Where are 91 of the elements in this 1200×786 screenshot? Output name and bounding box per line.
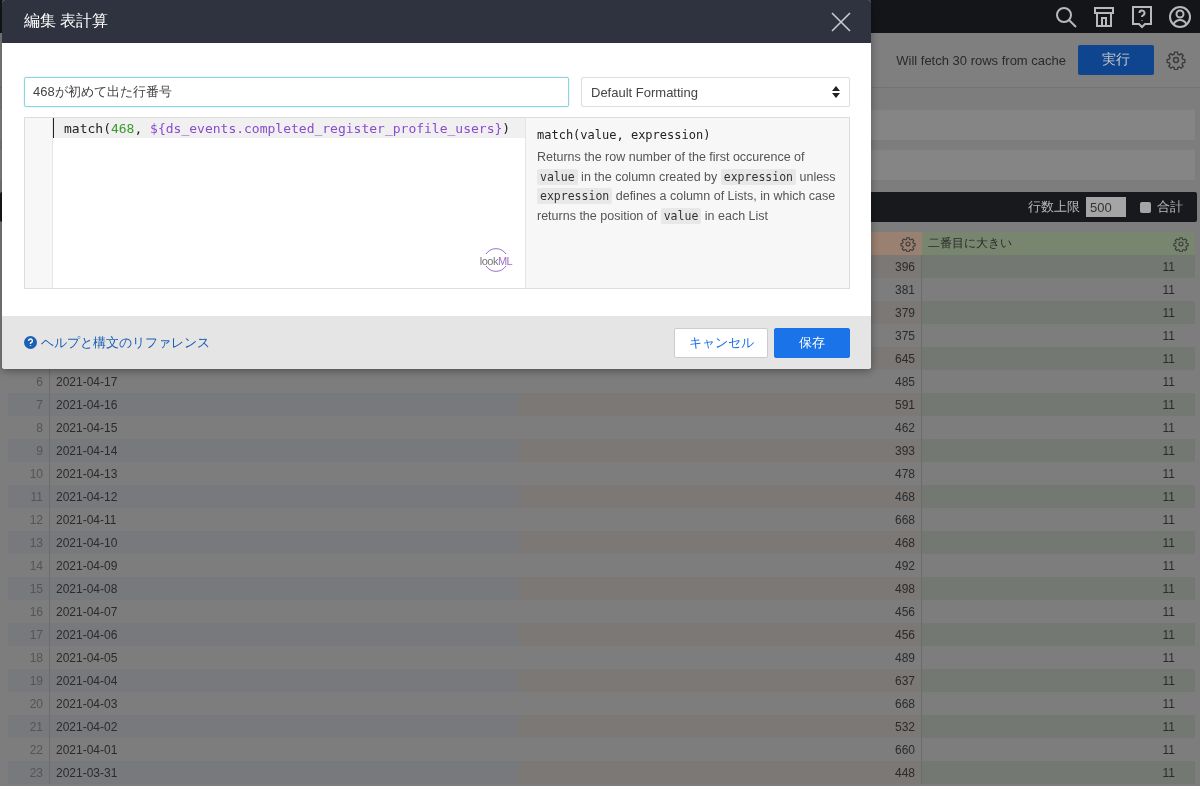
save-button[interactable]: 保存 [774, 327, 850, 358]
table-cell: 2021-03-31 [56, 765, 118, 780]
table-cell: 492 [894, 558, 915, 573]
name-field[interactable]: 468が初めて出た行番号 [24, 77, 569, 107]
table-cell: 637 [894, 673, 915, 688]
table-cell: 485 [894, 374, 915, 389]
table-cell: 11 [1162, 535, 1175, 550]
table-cell: 2021-04-12 [56, 489, 118, 504]
table-cell: 11 [1162, 374, 1175, 389]
close-icon[interactable] [831, 11, 851, 32]
table-cell: 11 [1162, 581, 1175, 596]
search-icon[interactable] [1054, 4, 1078, 29]
table-cell: 2021-04-08 [56, 581, 118, 596]
help-link[interactable]: ヘルプと構文のリファレンス [24, 333, 210, 352]
sort-arrows-icon [832, 86, 840, 98]
table-cell: 456 [894, 627, 915, 642]
row-limit-field[interactable]: 500 [1086, 197, 1126, 217]
table-cell: 2021-04-11 [56, 512, 117, 527]
settings-icon[interactable] [1173, 235, 1189, 252]
table-cell: 11 [1162, 282, 1175, 297]
function-description: Returns the row number of the first occurence of value in the column created by expression unless expression defines a column of Lists, in which case returns the position of value in each List [537, 149, 837, 226]
table-cell: 2021-04-09 [56, 558, 118, 573]
table-cell: 11 [1162, 420, 1175, 435]
table-cell: 668 [894, 696, 915, 711]
function-signature: match(value, expression) [537, 128, 712, 142]
settings-icon[interactable] [900, 235, 916, 252]
table-cell: 11 [1162, 558, 1175, 573]
table-cell: 11 [1162, 512, 1175, 527]
table-cell: 2021-04-17 [56, 374, 118, 389]
logo: lookML [477, 248, 515, 274]
table-cell: 668 [894, 512, 915, 527]
table-cell: 11 [1162, 259, 1175, 274]
table-cell: 532 [894, 719, 915, 734]
table-cell: 11 [1162, 443, 1175, 458]
table-cell: 498 [894, 581, 915, 596]
cancel-button[interactable]: キャンセル [674, 327, 768, 358]
table-cell: 2021-04-06 [56, 627, 118, 642]
settings-icon[interactable] [1166, 50, 1186, 70]
table-cell: 2021-04-07 [56, 604, 118, 619]
table-cell: 468 [894, 489, 915, 504]
table-cell: 2021-04-14 [56, 443, 118, 458]
dialog-title: 編集 表計算 [24, 11, 109, 31]
totals-label: 合計 [1157, 198, 1183, 216]
table-cell: 478 [894, 466, 915, 481]
table-cell: 2021-04-02 [56, 719, 118, 734]
table-cell: 591 [894, 397, 915, 412]
table-cell: 2021-04-03 [56, 696, 118, 711]
table-cell: 2021-04-10 [56, 535, 118, 550]
table-cell: 489 [894, 650, 915, 665]
table-cell: 11 [1162, 489, 1175, 504]
table-cell: 456 [894, 604, 915, 619]
store-icon[interactable] [1092, 4, 1116, 29]
help-icon [24, 336, 37, 349]
table-cell: 393 [894, 443, 915, 458]
row-limit-label: 行数上限 [1028, 198, 1080, 216]
table-cell: 11 [1162, 696, 1175, 711]
user-icon[interactable] [1168, 4, 1192, 29]
table-cell: 11 [1162, 328, 1175, 343]
cache-note: Will fetch 30 rows from cache [896, 52, 1066, 68]
table-cell: 2021-04-16 [56, 397, 118, 412]
table-cell: 11 [1162, 765, 1175, 780]
table-cell: 468 [894, 535, 915, 550]
table-cell: 11 [1162, 604, 1175, 619]
table-cell: 11 [1162, 466, 1175, 481]
table-cell: 462 [894, 420, 915, 435]
table-cell: 645 [894, 351, 915, 366]
table-cell: 11 [1162, 351, 1175, 366]
table-cell: 660 [894, 742, 915, 757]
table-cell: 11 [1162, 650, 1175, 665]
format-select[interactable]: Default Formatting [581, 77, 850, 107]
table-cell: 448 [894, 765, 915, 780]
table-cell: 11 [1162, 673, 1175, 688]
help-icon[interactable] [1130, 4, 1154, 29]
run-button[interactable]: 実行 [1078, 45, 1154, 75]
table-cell: 11 [1162, 397, 1175, 412]
table-cell: 379 [894, 305, 915, 320]
table-cell: 11 [1162, 719, 1175, 734]
table-cell: 375 [894, 328, 915, 343]
code-editor[interactable]: match(468, ${ds_events.completed_register_profile_users}) lookML [25, 118, 526, 288]
table-cell: 396 [894, 259, 915, 274]
table-cell: 2021-04-01 [56, 742, 118, 757]
table-cell: 11 [1162, 627, 1175, 642]
table-cell: 2021-04-05 [56, 650, 118, 665]
totals-checkbox[interactable] [1140, 201, 1151, 213]
table-cell: 2021-04-04 [56, 673, 118, 688]
table-cell: 11 [1162, 305, 1175, 320]
column-header-label: 二番目に大きい [928, 235, 1012, 252]
table-cell: 2021-04-15 [56, 420, 118, 435]
table-cell: 2021-04-13 [56, 466, 118, 481]
table-cell: 11 [1162, 742, 1175, 757]
table-cell: 381 [894, 282, 915, 297]
